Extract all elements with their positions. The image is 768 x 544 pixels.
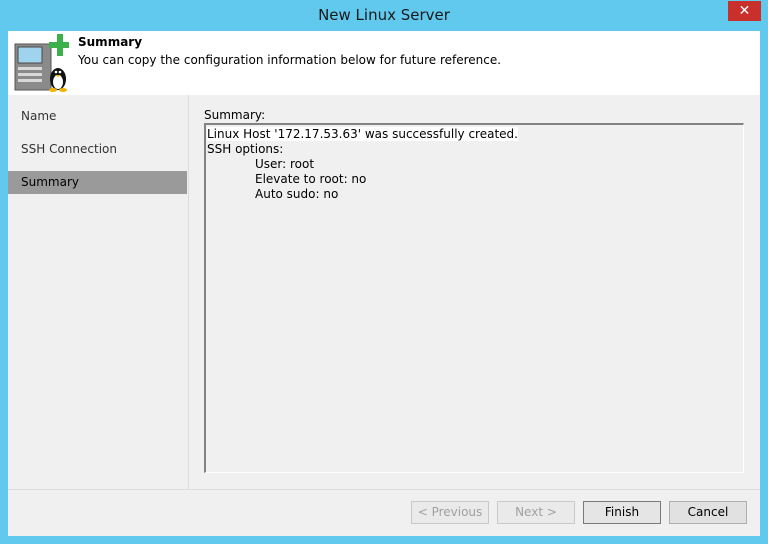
summary-textbox[interactable]: Linux Host '172.17.53.63' was successful… bbox=[204, 123, 744, 473]
cancel-button[interactable]: Cancel bbox=[669, 501, 747, 524]
summary-line: Auto sudo: no bbox=[255, 187, 339, 201]
summary-line: User: root bbox=[255, 157, 315, 171]
title-bar[interactable]: New Linux Server ✕ bbox=[0, 0, 768, 31]
nav-item-summary[interactable]: Summary bbox=[8, 171, 187, 194]
wizard-header: Summary You can copy the configuration i… bbox=[8, 31, 760, 95]
next-button[interactable]: Next > bbox=[497, 501, 575, 524]
close-button[interactable]: ✕ bbox=[728, 1, 761, 21]
step-description: You can copy the configuration informati… bbox=[78, 53, 502, 67]
finish-button[interactable]: Finish bbox=[583, 501, 661, 524]
nav-item-name[interactable]: Name bbox=[8, 105, 187, 128]
step-title: Summary bbox=[78, 35, 143, 49]
summary-line: Linux Host '172.17.53.63' was successful… bbox=[207, 127, 518, 141]
summary-label: Summary: bbox=[204, 108, 266, 122]
wizard-footer: < Previous Next > Finish Cancel bbox=[8, 490, 760, 536]
nav-item-ssh-connection[interactable]: SSH Connection bbox=[8, 138, 187, 161]
linux-server-add-icon bbox=[14, 34, 69, 92]
previous-button[interactable]: < Previous bbox=[411, 501, 489, 524]
wizard-body: Summary You can copy the configuration i… bbox=[8, 31, 760, 536]
window-title: New Linux Server bbox=[318, 6, 450, 24]
wizard-steps-nav: Name SSH Connection Summary bbox=[8, 95, 188, 489]
summary-line: Elevate to root: no bbox=[255, 172, 367, 186]
summary-panel: Summary: Linux Host '172.17.53.63' was s… bbox=[189, 95, 760, 489]
summary-line: SSH options: bbox=[207, 142, 284, 156]
wizard-window: New Linux Server ✕ Summary You can copy … bbox=[0, 0, 768, 544]
